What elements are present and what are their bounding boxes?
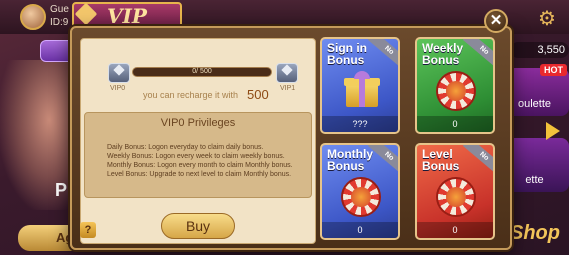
card-value: 0: [417, 222, 493, 238]
card-level-bonus[interactable]: Level Bonus No 0: [415, 143, 495, 240]
card-value: ???: [322, 116, 398, 132]
avatar[interactable]: [20, 4, 46, 30]
vip-current-label: VIP0: [110, 85, 126, 92]
vip-progress-text: 0/ 500: [192, 68, 212, 75]
vip-next-label: VIP1: [280, 85, 296, 92]
vip0-badge-icon: [108, 63, 130, 83]
privilege-daily: Daily Bonus: Logon everyday to claim dai…: [107, 144, 264, 151]
chip-icon: [436, 71, 476, 111]
gear-icon[interactable]: ⚙: [538, 6, 556, 31]
privilege-level: Level Bonus: Upgrade to next level to cl…: [107, 171, 292, 178]
vip1-badge-icon: [276, 63, 298, 83]
card-value: 0: [322, 222, 398, 238]
privileges-title: VIP0 Privileges: [160, 117, 236, 129]
player-name: Gue: [50, 4, 69, 15]
card-sign-in-bonus[interactable]: Sign in Bonus No ???: [320, 37, 400, 134]
card-weekly-bonus[interactable]: Weekly Bonus No 0: [415, 37, 495, 134]
shop-button[interactable]: Shop: [510, 222, 560, 245]
gift-icon: [344, 71, 380, 107]
privileges-list: Daily Bonus: Logon everyday to claim dai…: [107, 143, 312, 179]
card-monthly-bonus[interactable]: Monthly Bonus No 0: [320, 143, 400, 240]
privilege-weekly: Weekly Bonus: Logon every week to claim …: [107, 153, 285, 160]
chip-icon: [436, 177, 476, 217]
recharge-prompt: you can recharge it with: [143, 90, 239, 100]
close-button[interactable]: ✕: [484, 9, 508, 33]
card-value: 0: [417, 116, 493, 132]
hot-badge: HOT: [540, 64, 567, 76]
scroll-right-arrow-icon[interactable]: [546, 122, 560, 140]
chip-icon: [341, 177, 381, 217]
player-id: ID:9: [50, 17, 69, 28]
balance-display: 3,550: [510, 42, 569, 58]
recharge-amount: 500: [247, 87, 269, 102]
buy-button[interactable]: Buy: [161, 213, 235, 239]
help-button[interactable]: ?: [80, 222, 96, 238]
privilege-monthly: Monthly Bonus: Logon every month to clai…: [107, 162, 293, 169]
